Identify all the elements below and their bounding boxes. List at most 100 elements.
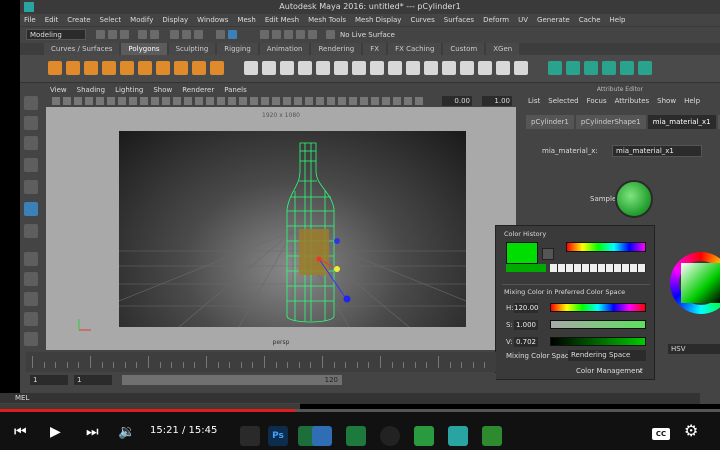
eyedropper-icon[interactable] xyxy=(542,248,554,260)
viewport-toolbar-icon[interactable] xyxy=(107,97,115,105)
shelf-pipe-icon[interactable] xyxy=(192,61,206,75)
viewport-toolbar-icon[interactable] xyxy=(316,97,324,105)
color-palette-strip[interactable] xyxy=(566,242,646,252)
shelf-tab-fx[interactable]: FX xyxy=(363,43,387,55)
media-icon[interactable] xyxy=(380,426,400,446)
shelf-bridge-icon[interactable] xyxy=(388,61,402,75)
shelf-tab-rigging[interactable]: Rigging xyxy=(217,43,258,55)
snap-grid-icon[interactable] xyxy=(260,30,269,39)
viewport-toolbar-icon[interactable] xyxy=(140,97,148,105)
snap-point-icon[interactable] xyxy=(284,30,293,39)
select-by-hierarchy-icon[interactable] xyxy=(170,30,179,39)
shelf-planar-map-icon[interactable] xyxy=(566,61,580,75)
menu-windows[interactable]: Windows xyxy=(197,14,228,26)
scale-tool-icon[interactable] xyxy=(24,202,38,216)
viewport-toolbar-icon[interactable] xyxy=(96,97,104,105)
viewport-toolbar-icon[interactable] xyxy=(393,97,401,105)
four-view-layout-icon[interactable] xyxy=(24,272,38,286)
viewport-toolbar-icon[interactable] xyxy=(382,97,390,105)
viewport-menu-panels[interactable]: Panels xyxy=(224,85,247,95)
viewport-toolbar-icon[interactable] xyxy=(63,97,71,105)
shelf-mirror-icon[interactable] xyxy=(352,61,366,75)
viewport-toolbar-icon[interactable] xyxy=(360,97,368,105)
snap-surface-icon[interactable] xyxy=(308,30,317,39)
viewport-toolbar-icon[interactable] xyxy=(305,97,313,105)
viewport-toolbar-icon[interactable] xyxy=(404,97,412,105)
shelf-tab-rendering[interactable]: Rendering xyxy=(311,43,362,55)
mixing-space-dropdown[interactable]: Rendering Space xyxy=(568,350,646,361)
make-live-icon[interactable] xyxy=(326,30,335,39)
color-mode-dropdown[interactable]: HSV xyxy=(668,344,720,354)
menu-mesh-tools[interactable]: Mesh Tools xyxy=(308,14,346,26)
v-input[interactable]: 0.702 xyxy=(514,337,538,347)
shelf-reduce-icon[interactable] xyxy=(334,61,348,75)
shelf-target-weld-icon[interactable] xyxy=(496,61,510,75)
lock-selection-icon[interactable] xyxy=(216,30,225,39)
shelf-combine-icon[interactable] xyxy=(244,61,258,75)
attr-tab-pcylindershape1[interactable]: pCylinderShape1 xyxy=(575,115,646,129)
viewport-toolbar-icon[interactable] xyxy=(250,97,258,105)
shelf-booleans-icon[interactable] xyxy=(298,61,312,75)
shelf-bevel-icon[interactable] xyxy=(370,61,384,75)
viewport-toolbar-icon[interactable] xyxy=(261,97,269,105)
shelf-cone-icon[interactable] xyxy=(102,61,116,75)
shelf-torus-icon[interactable] xyxy=(138,61,152,75)
viewport-toolbar-icon[interactable] xyxy=(206,97,214,105)
select-by-component-icon[interactable] xyxy=(194,30,203,39)
lasso-tool-icon[interactable] xyxy=(24,116,38,130)
color-square[interactable] xyxy=(681,263,720,303)
taskbar-app-icon[interactable] xyxy=(346,426,366,446)
shelf-tab-custom[interactable]: Custom xyxy=(443,43,485,55)
paint-select-icon[interactable] xyxy=(24,136,38,150)
menu-display[interactable]: Display xyxy=(162,14,188,26)
photoshop-icon[interactable]: Ps xyxy=(268,426,288,446)
shelf-automatic-map-icon[interactable] xyxy=(620,61,634,75)
snap-plane-icon[interactable] xyxy=(296,30,305,39)
menu-mesh-display[interactable]: Mesh Display xyxy=(355,14,401,26)
taskbar-app-icon[interactable] xyxy=(414,426,434,446)
save-scene-icon[interactable] xyxy=(120,30,129,39)
current-color-swatch[interactable] xyxy=(506,242,538,264)
shelf-cube-icon[interactable] xyxy=(66,61,80,75)
previous-icon[interactable]: ⏮ xyxy=(14,422,27,442)
menu-create[interactable]: Create xyxy=(67,14,90,26)
range-slider[interactable]: 120 xyxy=(122,375,342,385)
viewport-toolbar-icon[interactable] xyxy=(349,97,357,105)
menu-set-dropdown[interactable]: Modeling xyxy=(26,29,86,40)
menu-generate[interactable]: Generate xyxy=(537,14,570,26)
highlight-selection-icon[interactable] xyxy=(228,30,237,39)
menu-cache[interactable]: Cache xyxy=(579,14,601,26)
viewport-menu-lighting[interactable]: Lighting xyxy=(115,85,143,95)
attr-tab-pcylinder1[interactable]: pCylinder1 xyxy=(526,115,574,129)
menu-edit[interactable]: Edit xyxy=(45,14,59,26)
shelf-append-icon[interactable] xyxy=(442,61,456,75)
taskbar-app-icon[interactable] xyxy=(240,426,260,446)
outliner-layout-icon[interactable] xyxy=(24,332,38,346)
menu-modify[interactable]: Modify xyxy=(130,14,153,26)
viewport-menu-renderer[interactable]: Renderer xyxy=(182,85,214,95)
shelf-plane-icon[interactable] xyxy=(120,61,134,75)
viewport-menu-view[interactable]: View xyxy=(50,85,67,95)
h-input[interactable]: 120.00 xyxy=(514,303,539,313)
next-icon[interactable]: ⏭ xyxy=(86,422,99,442)
shelf-extrude-icon[interactable] xyxy=(406,61,420,75)
attr-menu-show[interactable]: Show xyxy=(657,95,676,107)
redo-icon[interactable] xyxy=(150,30,159,39)
single-perspective-layout-icon[interactable] xyxy=(24,252,38,266)
volume-icon[interactable]: 🔉 xyxy=(118,422,135,442)
attr-menu-list[interactable]: List xyxy=(528,95,540,107)
menu-select[interactable]: Select xyxy=(100,14,122,26)
viewport-toolbar-icon[interactable] xyxy=(294,97,302,105)
gamma-field[interactable]: 1.00 xyxy=(482,96,512,106)
last-tool-icon[interactable] xyxy=(24,224,38,238)
value-slider[interactable] xyxy=(550,337,646,346)
snap-curve-icon[interactable] xyxy=(272,30,281,39)
viewport-toolbar-icon[interactable] xyxy=(52,97,60,105)
shelf-separate-icon[interactable] xyxy=(262,61,276,75)
maya-taskbar-icon[interactable] xyxy=(448,426,468,446)
taskbar-app-icon[interactable] xyxy=(482,426,502,446)
new-scene-icon[interactable] xyxy=(96,30,105,39)
exposure-field[interactable]: 0.00 xyxy=(442,96,472,106)
select-by-object-icon[interactable] xyxy=(182,30,191,39)
viewport-toolbar-icon[interactable] xyxy=(371,97,379,105)
